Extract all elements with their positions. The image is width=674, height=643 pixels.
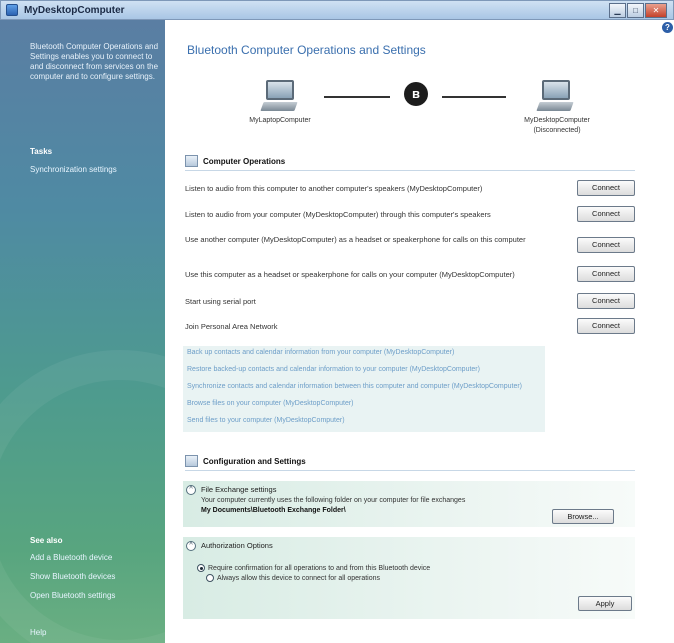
file-exchange-description: Your computer currently uses the followi… bbox=[201, 497, 466, 504]
authorization-collapse-icon[interactable]: ^ bbox=[186, 541, 196, 551]
see-also-heading: See also bbox=[30, 536, 63, 545]
maximize-button[interactable]: □ bbox=[627, 3, 644, 18]
service-link-synchronize-contacts[interactable]: Synchronize contacts and calendar inform… bbox=[187, 383, 522, 390]
file-exchange-collapse-icon[interactable]: ^ bbox=[186, 485, 196, 495]
connect-button[interactable]: Connect bbox=[577, 266, 635, 282]
title-bar: MyDesktopComputer ▁ □ ✕ bbox=[0, 0, 674, 20]
sidebar-link-show-bluetooth-devices[interactable]: Show Bluetooth devices bbox=[30, 572, 115, 581]
local-device-label: MyLaptopComputer bbox=[249, 117, 311, 124]
sidebar: Bluetooth Computer Operations and Settin… bbox=[0, 20, 165, 643]
require-confirmation-label: Require confirmation for all operations … bbox=[208, 565, 431, 572]
connection-line bbox=[324, 96, 390, 98]
service-link-backup-contacts[interactable]: Back up contacts and calendar informatio… bbox=[187, 349, 454, 356]
laptop-computer-icon bbox=[260, 80, 298, 114]
sidebar-link-open-bluetooth-settings[interactable]: Open Bluetooth settings bbox=[30, 591, 115, 600]
require-confirmation-radio[interactable] bbox=[197, 564, 205, 572]
remote-device-status: (Disconnected) bbox=[533, 127, 581, 134]
remote-device-label: MyDesktopComputer bbox=[524, 117, 590, 124]
service-link-browse-files[interactable]: Browse files on your computer (MyDesktop… bbox=[187, 400, 354, 407]
page-title: Bluetooth Computer Operations and Settin… bbox=[187, 43, 426, 57]
connect-button[interactable]: Connect bbox=[577, 237, 635, 253]
configuration-settings-title: Configuration and Settings bbox=[203, 457, 306, 466]
service-link-send-files[interactable]: Send files to your computer (MyDesktopCo… bbox=[187, 417, 345, 424]
connect-button[interactable]: Connect bbox=[577, 206, 635, 222]
sidebar-link-synchronization-settings[interactable]: Synchronization settings bbox=[30, 165, 117, 174]
sidebar-link-add-bluetooth-device[interactable]: Add a Bluetooth device bbox=[30, 553, 112, 562]
operation-label: Start using serial port bbox=[185, 297, 256, 306]
tasks-heading: Tasks bbox=[30, 147, 53, 156]
sidebar-link-help[interactable]: Help bbox=[30, 628, 46, 637]
authorization-title: Authorization Options bbox=[201, 541, 273, 550]
window-title: MyDesktopComputer bbox=[24, 4, 125, 16]
service-link-restore-contacts[interactable]: Restore backed-up contacts and calendar … bbox=[187, 366, 480, 373]
sidebar-intro-text: Bluetooth Computer Operations and Settin… bbox=[30, 42, 159, 81]
operation-label: Listen to audio from your computer (MyDe… bbox=[185, 210, 491, 219]
connect-button[interactable]: Connect bbox=[577, 293, 635, 309]
desktop-computer-icon bbox=[536, 80, 574, 114]
computer-operations-title: Computer Operations bbox=[203, 157, 286, 166]
window-controls: ▁ □ ✕ bbox=[608, 3, 667, 18]
operation-label: Listen to audio from this computer to an… bbox=[185, 184, 483, 193]
operation-label: Use another computer (MyDesktopComputer)… bbox=[185, 235, 526, 244]
bluetooth-app-icon bbox=[6, 4, 18, 16]
bluetooth-icon: ʙ bbox=[404, 82, 428, 106]
file-exchange-title: File Exchange settings bbox=[201, 485, 277, 494]
connect-button[interactable]: Connect bbox=[577, 318, 635, 334]
operation-label: Join Personal Area Network bbox=[185, 322, 278, 331]
browse-button[interactable]: Browse... bbox=[552, 509, 614, 524]
file-exchange-folder-path: My Documents\Bluetooth Exchange Folder\ bbox=[201, 507, 346, 514]
configuration-settings-icon bbox=[185, 455, 198, 467]
operation-label: Use this computer as a headset or speake… bbox=[185, 270, 515, 279]
always-allow-label: Always allow this device to connect for … bbox=[217, 575, 381, 582]
close-button[interactable]: ✕ bbox=[645, 3, 667, 18]
minimize-button[interactable]: ▁ bbox=[609, 3, 626, 18]
connection-line bbox=[442, 96, 506, 98]
computer-operations-header: Computer Operations bbox=[185, 155, 635, 171]
always-allow-radio[interactable] bbox=[206, 574, 214, 582]
connect-button[interactable]: Connect bbox=[577, 180, 635, 196]
configuration-settings-header: Configuration and Settings bbox=[185, 455, 635, 471]
computer-operations-icon bbox=[185, 155, 198, 167]
help-icon[interactable]: ? bbox=[662, 22, 673, 33]
apply-button[interactable]: Apply bbox=[578, 596, 632, 611]
